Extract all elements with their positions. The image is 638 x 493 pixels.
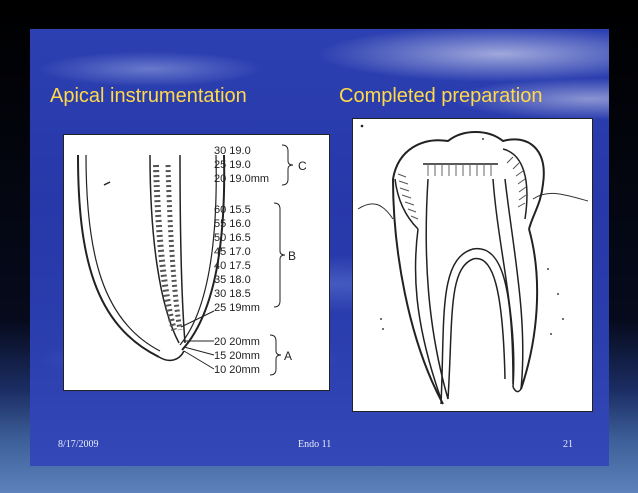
group-b-row-1: 60 15.5 bbox=[214, 204, 251, 216]
group-a-row-2: 15 20mm bbox=[214, 350, 260, 362]
group-c-label: C bbox=[298, 159, 307, 173]
group-c-row-1: 30 19.0 bbox=[214, 145, 251, 157]
group-b-row-8: 25 19mm bbox=[214, 302, 260, 314]
group-a-label: A bbox=[284, 349, 292, 363]
completed-preparation-diagram bbox=[352, 118, 593, 412]
group-b-row-2: 55 16.0 bbox=[214, 218, 251, 230]
tooth-drawing bbox=[357, 124, 589, 405]
group-c-row-3: 20 19.0mm bbox=[214, 173, 269, 185]
slide-number: 21 bbox=[563, 439, 573, 450]
canal-drawing: 30 19.0 25 19.0 20 19.0mm C 60 15.5 55 1… bbox=[77, 144, 307, 376]
footer-date: 8/17/2009 bbox=[58, 439, 99, 450]
group-a-row-1: 20 20mm bbox=[214, 336, 260, 348]
group-b-row-5: 40 17.5 bbox=[214, 260, 251, 272]
group-c-row-2: 25 19.0 bbox=[214, 159, 251, 171]
slide: Apical instrumentation Completed prepara… bbox=[30, 29, 609, 466]
group-b-row-4: 45 17.0 bbox=[214, 246, 251, 258]
title-apical-instrumentation: Apical instrumentation bbox=[50, 85, 247, 107]
group-a-row-3: 10 20mm bbox=[214, 364, 260, 376]
group-b-row-7: 30 18.5 bbox=[214, 288, 251, 300]
group-b-row-6: 35 18.0 bbox=[214, 274, 251, 286]
apical-instrumentation-diagram: 30 19.0 25 19.0 20 19.0mm C 60 15.5 55 1… bbox=[63, 134, 330, 391]
footer-title: Endo 11 bbox=[298, 439, 332, 450]
group-b-label: B bbox=[288, 249, 296, 263]
title-completed-preparation: Completed preparation bbox=[339, 85, 543, 107]
group-b-row-3: 50 16.5 bbox=[214, 232, 251, 244]
